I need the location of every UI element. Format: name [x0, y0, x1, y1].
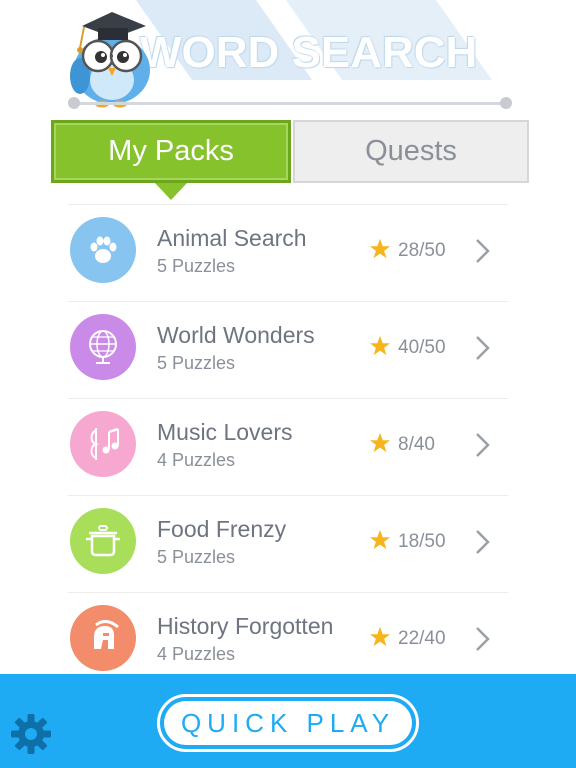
- pack-score: 40/50: [398, 337, 446, 358]
- pack-title: Animal Search: [157, 225, 307, 251]
- music-notes-icon: [90, 427, 119, 460]
- pack-icon-circle: [70, 508, 136, 574]
- tab-quests[interactable]: Quests: [293, 120, 529, 183]
- star-icon: [369, 529, 391, 550]
- header: WORD SEARCH: [0, 0, 576, 118]
- quick-play-button-face: QUICK PLAY: [164, 701, 412, 745]
- chevron-right-icon: [476, 530, 490, 554]
- chevron-right-icon: [476, 627, 490, 651]
- star-icon: [369, 432, 391, 453]
- spartan-helmet-icon: [94, 620, 119, 649]
- pack-title: World Wonders: [157, 322, 315, 348]
- pack-icon-circle: [70, 217, 136, 283]
- chevron-right-icon: [476, 433, 490, 457]
- pack-puzzle-count: 5 Puzzles: [157, 547, 236, 567]
- pack-title: Music Lovers: [157, 419, 293, 445]
- pack-list: Animal Search 5 Puzzles 28/50 World Wond…: [68, 204, 508, 689]
- chevron-right-icon: [476, 239, 490, 263]
- pack-score: 18/50: [398, 531, 446, 552]
- quick-play-button[interactable]: QUICK PLAY: [157, 694, 419, 752]
- tab-my-packs[interactable]: My Packs: [51, 120, 291, 183]
- pack-puzzle-count: 4 Puzzles: [157, 450, 236, 470]
- star-icon: [369, 238, 391, 259]
- progress-start-dot: [68, 97, 80, 109]
- pack-row-animal-search[interactable]: Animal Search 5 Puzzles 28/50: [68, 204, 508, 301]
- star-icon: [369, 626, 391, 647]
- paw-icon: [90, 236, 117, 263]
- quick-play-label: QUICK PLAY: [180, 707, 396, 738]
- star-icon: [369, 335, 391, 356]
- pack-row-food-frenzy[interactable]: Food Frenzy 5 Puzzles 18/50: [68, 495, 508, 592]
- cooking-pot-icon: [86, 525, 120, 557]
- globe-icon: [89, 330, 117, 364]
- active-tab-pointer: [155, 183, 187, 200]
- pack-title: Food Frenzy: [157, 516, 287, 542]
- pack-score: 22/40: [398, 628, 446, 649]
- app-title: WORD SEARCH: [140, 28, 478, 77]
- pack-puzzle-count: 4 Puzzles: [157, 644, 236, 664]
- pack-row-music-lovers[interactable]: Music Lovers 4 Puzzles 8/40: [68, 398, 508, 495]
- pack-title: History Forgotten: [157, 613, 334, 639]
- progress-track: [74, 102, 506, 105]
- chevron-right-icon: [476, 336, 490, 360]
- pack-row-world-wonders[interactable]: World Wonders 5 Puzzles 40/50: [68, 301, 508, 398]
- pack-puzzle-count: 5 Puzzles: [157, 353, 236, 373]
- pack-icon-circle: [70, 314, 136, 380]
- pack-icon-circle: [70, 411, 136, 477]
- tab-bar: My Packs Quests: [51, 120, 529, 183]
- owl-mascot-icon: [70, 12, 150, 108]
- progress-end-dot: [500, 97, 512, 109]
- pack-score: 8/40: [398, 434, 435, 455]
- pack-score: 28/50: [398, 240, 446, 261]
- pack-puzzle-count: 5 Puzzles: [157, 256, 236, 276]
- pack-icon-circle: [70, 605, 136, 671]
- gear-icon[interactable]: [9, 712, 53, 756]
